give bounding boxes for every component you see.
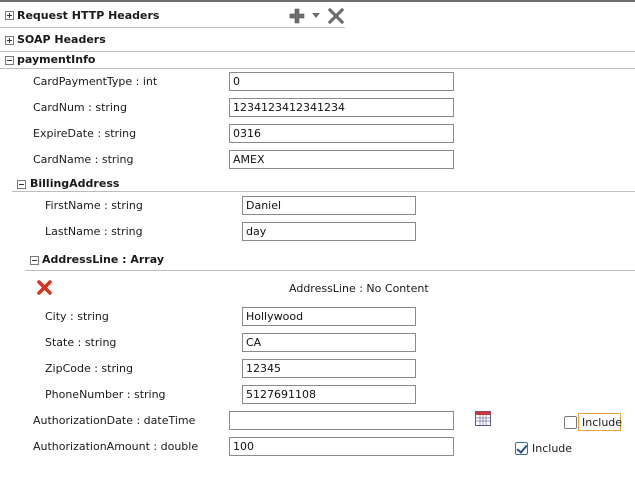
- authorization-amount-label: AuthorizationAmount : double: [33, 440, 199, 453]
- authorization-date-input[interactable]: [229, 411, 454, 430]
- expand-soap-headers-toggle[interactable]: [5, 36, 14, 45]
- last-name-input[interactable]: [242, 222, 416, 241]
- collapse-payment-info-toggle[interactable]: [5, 56, 14, 65]
- payment-info-title: paymentInfo: [17, 53, 96, 66]
- authorization-amount-include-checkbox[interactable]: [515, 442, 528, 455]
- soap-headers-title: SOAP Headers: [17, 33, 106, 46]
- expire-date-input[interactable]: [229, 124, 454, 143]
- expand-request-headers-toggle[interactable]: [5, 11, 14, 20]
- authorization-amount-input[interactable]: [229, 437, 454, 456]
- billing-address-title: BillingAddress: [30, 177, 120, 190]
- card-num-input[interactable]: [229, 98, 454, 117]
- authorization-date-include-checkbox[interactable]: [564, 416, 577, 429]
- card-name-input[interactable]: [229, 150, 454, 169]
- address-line-status: AddressLine : No Content: [289, 282, 429, 295]
- card-num-label: CardNum : string: [33, 101, 127, 114]
- soap-headers-divider: [0, 51, 635, 52]
- payment-info-divider: [0, 68, 635, 69]
- phone-number-input[interactable]: [242, 385, 416, 404]
- authorization-amount-include-label[interactable]: Include: [532, 442, 572, 455]
- card-payment-type-input[interactable]: [229, 72, 454, 91]
- authorization-date-include-label[interactable]: Include: [582, 416, 622, 429]
- card-name-label: CardName : string: [33, 153, 134, 166]
- chevron-down-icon[interactable]: [311, 12, 321, 20]
- last-name-label: LastName : string: [45, 225, 143, 238]
- plus-icon[interactable]: [288, 7, 306, 25]
- state-input[interactable]: [242, 333, 416, 352]
- authorization-date-label: AuthorizationDate : dateTime: [33, 414, 196, 427]
- delete-icon[interactable]: [36, 279, 53, 296]
- zip-code-label: ZipCode : string: [45, 362, 134, 375]
- first-name-input[interactable]: [242, 196, 416, 215]
- address-line-divider: [25, 270, 635, 271]
- top-border: [0, 0, 635, 2]
- calendar-icon[interactable]: [475, 411, 491, 426]
- state-label: State : string: [45, 336, 117, 349]
- first-name-label: FirstName : string: [45, 199, 143, 212]
- card-payment-type-label: CardPaymentType : int: [33, 75, 158, 88]
- collapse-address-line-toggle[interactable]: [30, 256, 39, 265]
- request-headers-divider: [0, 27, 345, 28]
- expire-date-label: ExpireDate : string: [33, 127, 137, 140]
- city-input[interactable]: [242, 307, 416, 326]
- city-label: City : string: [45, 310, 109, 323]
- zip-code-input[interactable]: [242, 359, 416, 378]
- billing-address-divider: [12, 191, 635, 192]
- x-icon[interactable]: [327, 7, 345, 25]
- address-line-title: AddressLine : Array: [42, 253, 164, 266]
- phone-number-label: PhoneNumber : string: [45, 388, 166, 401]
- request-headers-title: Request HTTP Headers: [17, 9, 160, 22]
- collapse-billing-address-toggle[interactable]: [17, 180, 26, 189]
